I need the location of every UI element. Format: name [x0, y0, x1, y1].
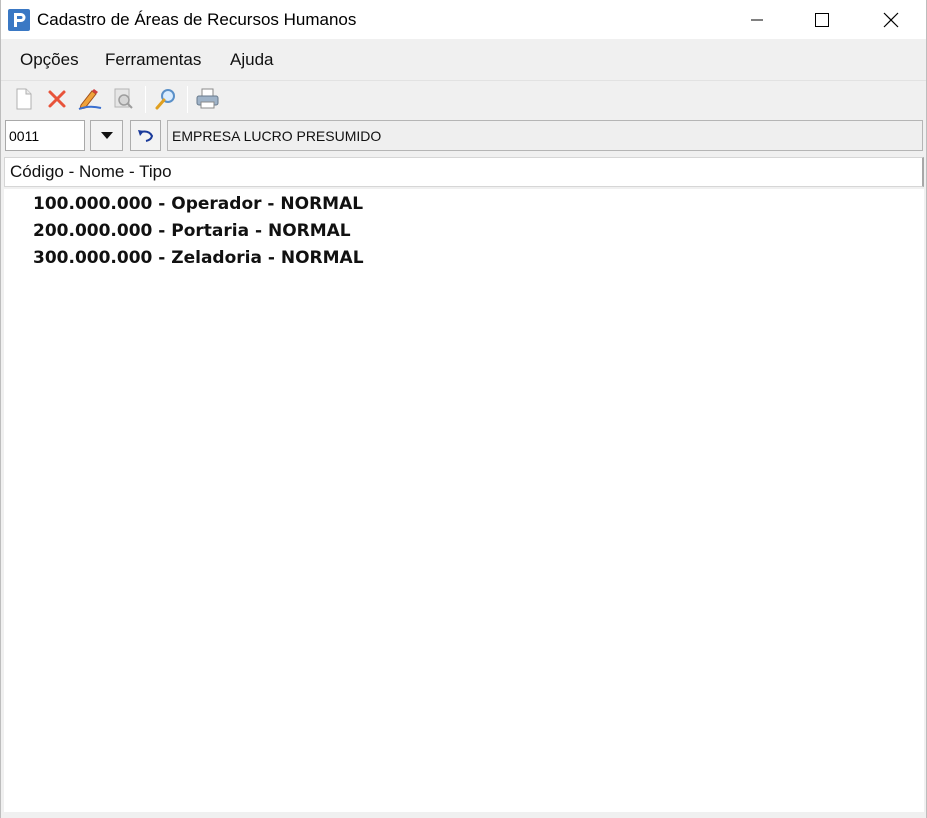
new-document-icon [16, 88, 32, 110]
new-button[interactable] [10, 85, 38, 113]
minimize-icon [751, 19, 763, 20]
menu-ajuda[interactable]: Ajuda [230, 50, 273, 70]
list-column-header[interactable]: Código - Nome - Tipo [4, 157, 924, 187]
list-item[interactable]: 200.000.000 - Portaria - NORMAL [33, 221, 351, 241]
delete-icon [48, 90, 66, 108]
toolbar [1, 80, 926, 118]
window-title: Cadastro de Áreas de Recursos Humanos [37, 10, 357, 29]
company-selector: 0011 EMPRESA LUCRO PRESUMIDO [1, 119, 926, 153]
company-dropdown-button[interactable] [90, 120, 123, 151]
maximize-button[interactable] [799, 0, 845, 39]
undo-button[interactable] [130, 120, 161, 151]
company-name-field: EMPRESA LUCRO PRESUMIDO [167, 120, 923, 151]
company-code-input[interactable]: 0011 [5, 120, 85, 151]
delete-button[interactable] [43, 85, 71, 113]
minimize-button[interactable] [734, 0, 780, 39]
menu-bar: Opções Ferramentas Ajuda [1, 42, 926, 78]
search-button[interactable] [152, 85, 180, 113]
print-button[interactable] [194, 85, 222, 113]
chevron-down-icon [100, 131, 113, 139]
close-icon [883, 12, 899, 27]
menu-ferramentas[interactable]: Ferramentas [105, 50, 201, 70]
edit-button[interactable] [76, 85, 104, 113]
list-item[interactable]: 100.000.000 - Operador - NORMAL [33, 194, 363, 214]
view-button[interactable] [109, 85, 137, 113]
window-bottom-border [1, 812, 926, 818]
list-item[interactable]: 300.000.000 - Zeladoria - NORMAL [33, 248, 364, 268]
view-icon [114, 88, 133, 109]
column-header-label: Código - Nome - Tipo [10, 162, 172, 181]
maximize-icon [815, 12, 829, 27]
menu-opcoes[interactable]: Opções [20, 50, 79, 70]
close-button[interactable] [868, 0, 914, 39]
edit-icon [78, 89, 102, 110]
search-icon [155, 89, 175, 110]
areas-list[interactable]: 100.000.000 - Operador - NORMAL 200.000.… [4, 189, 924, 812]
title-bar: Cadastro de Áreas de Recursos Humanos [1, 0, 926, 39]
toolbar-separator [145, 86, 146, 113]
app-logo-icon [8, 9, 30, 31]
undo-icon [137, 129, 153, 142]
print-icon [196, 88, 219, 109]
main-window: Cadastro de Áreas de Recursos Humanos Op… [0, 0, 927, 818]
toolbar-separator [187, 86, 188, 113]
